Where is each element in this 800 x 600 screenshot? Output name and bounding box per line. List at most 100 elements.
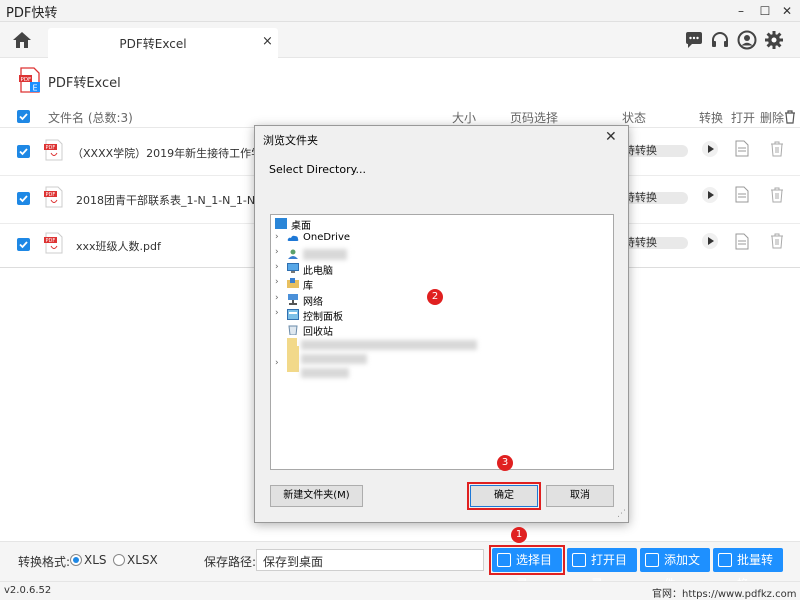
svg-text:PDF: PDF	[21, 77, 32, 83]
desktop-folder-icon	[275, 218, 287, 229]
dialog-title: 浏览文件夹	[263, 134, 318, 147]
status-bar: v2.0.6.52 官网：https://www.pdfkz.com	[0, 581, 800, 600]
format-xls-label[interactable]: XLS	[84, 553, 107, 567]
library-icon	[287, 278, 299, 289]
play-icon[interactable]	[702, 233, 718, 249]
user-folder-icon	[287, 248, 299, 259]
pdf-file-icon: PDF	[44, 232, 64, 254]
expand-arrow-icon[interactable]: ›	[275, 262, 279, 272]
folder-icon	[572, 553, 586, 567]
format-xls-radio[interactable]	[70, 554, 82, 566]
add-file-button[interactable]: 添加文件	[640, 548, 710, 591]
trash-icon[interactable]	[770, 187, 786, 203]
format-xlsx-label[interactable]: XLSX	[127, 553, 158, 567]
app-window: PDF快转 – ☐ ✕ PDF转Excel × PDF E PDF转Excel 文…	[0, 0, 800, 600]
row-checkbox[interactable]	[17, 145, 30, 158]
dialog-close-icon[interactable]: ✕	[605, 129, 617, 145]
plus-icon	[645, 553, 659, 567]
app-title: PDF快转	[6, 6, 58, 21]
col-size: 大小	[452, 111, 477, 125]
maximize-button[interactable]: ☐	[756, 2, 774, 20]
delete-all-icon[interactable]	[784, 109, 796, 124]
status-progress: 待转换	[624, 237, 688, 249]
expand-arrow-icon[interactable]: ›	[275, 277, 279, 287]
version-text: v2.0.6.52	[4, 585, 52, 596]
title-bar: PDF快转 – ☐ ✕	[0, 0, 800, 22]
blurred-folder-name	[301, 340, 477, 350]
open-file-icon[interactable]	[735, 140, 751, 157]
col-open: 打开	[731, 111, 756, 125]
cancel-button[interactable]: 取消	[546, 485, 614, 507]
expand-arrow-icon[interactable]: ›	[275, 247, 279, 257]
tree-item-user[interactable]: ›	[275, 247, 407, 262]
blurred-username	[303, 249, 347, 260]
play-icon[interactable]	[702, 141, 718, 157]
play-icon[interactable]	[702, 187, 718, 203]
tree-item-control-panel[interactable]: › 控制面板	[275, 308, 407, 323]
user-icon[interactable]	[737, 30, 757, 50]
blurred-folder-name	[301, 368, 349, 378]
close-window-button[interactable]: ✕	[778, 2, 796, 20]
gear-icon[interactable]	[764, 30, 784, 50]
tree-item-label: 库	[303, 281, 313, 292]
tree-item-libraries[interactable]: › 库	[275, 277, 407, 292]
headset-icon[interactable]	[710, 30, 730, 50]
status-progress: 待转换	[624, 145, 688, 157]
save-path-input[interactable]: 保存到桌面	[256, 549, 484, 571]
col-filename: 文件名 (总数:3)	[48, 111, 133, 125]
convert-icon	[718, 553, 732, 567]
new-folder-button[interactable]: 新建文件夹(M)	[270, 485, 363, 507]
pdf-file-icon: PDF	[44, 186, 64, 208]
cloud-icon	[287, 233, 299, 244]
col-delete: 删除	[760, 111, 785, 125]
folder-tree[interactable]: 桌面 › OneDrive › › 此电脑 › 库 › 网络 › 控制面板 回收…	[270, 214, 614, 470]
pdf-file-icon: PDF	[44, 139, 64, 161]
control-panel-icon	[287, 309, 299, 320]
step-badge-3: 3	[497, 455, 513, 471]
svg-text:PDF: PDF	[46, 238, 56, 244]
format-label: 转换格式:	[18, 555, 71, 569]
home-icon[interactable]	[12, 30, 32, 50]
trash-icon[interactable]	[770, 233, 786, 249]
recycle-bin-icon	[287, 324, 299, 336]
file-name: （XXXX学院）2019年新生接待工作学生补	[72, 147, 285, 160]
website-link[interactable]: 官网：https://www.pdfkz.com	[652, 585, 796, 600]
tree-item-onedrive[interactable]: › OneDrive	[275, 232, 407, 247]
open-directory-button[interactable]: 打开目录	[567, 548, 637, 591]
tree-item-label: OneDrive	[303, 232, 351, 243]
tree-item-label: 网络	[303, 297, 323, 308]
batch-convert-button[interactable]: 批量转换	[713, 548, 783, 591]
expand-arrow-icon[interactable]: ›	[275, 293, 279, 303]
expand-arrow-icon[interactable]: ›	[275, 232, 279, 242]
tree-item-desktop[interactable]: 桌面	[275, 217, 395, 232]
tab-pdf-to-excel[interactable]: PDF转Excel ×	[48, 28, 278, 58]
select-all-checkbox[interactable]	[17, 110, 30, 123]
computer-icon	[287, 263, 299, 274]
tree-item-label: 控制面板	[303, 312, 343, 323]
excel-file-icon: PDF E	[18, 67, 42, 93]
status-progress: 待转换	[624, 192, 688, 204]
format-xlsx-radio[interactable]	[113, 554, 125, 566]
svg-text:PDF: PDF	[46, 145, 56, 151]
expand-arrow-icon[interactable]: ›	[275, 308, 279, 318]
svg-text:PDF: PDF	[46, 192, 56, 198]
tree-item-network[interactable]: › 网络	[275, 293, 407, 308]
row-checkbox[interactable]	[17, 238, 30, 251]
tab-close-icon[interactable]: ×	[262, 34, 273, 49]
expand-arrow-icon[interactable]: ›	[275, 358, 279, 368]
row-checkbox[interactable]	[17, 192, 30, 205]
tree-item-recycle-bin[interactable]: 回收站	[287, 323, 407, 338]
svg-text:E: E	[33, 84, 38, 93]
minimize-button[interactable]: –	[732, 2, 750, 20]
dialog-prompt: Select Directory...	[269, 163, 367, 176]
trash-icon[interactable]	[770, 141, 786, 157]
resize-grip-icon[interactable]: ⋰	[617, 509, 626, 519]
folder-icon	[287, 346, 299, 372]
tree-item-this-pc[interactable]: › 此电脑	[275, 262, 407, 277]
tab-label: PDF转Excel	[119, 37, 187, 51]
open-file-icon[interactable]	[735, 186, 751, 203]
chat-icon[interactable]	[684, 30, 704, 50]
file-name: 2018团青干部联系表_1-N_1-N_1-N.pdf	[76, 194, 277, 207]
open-file-icon[interactable]	[735, 233, 751, 250]
col-status: 状态	[622, 111, 647, 125]
